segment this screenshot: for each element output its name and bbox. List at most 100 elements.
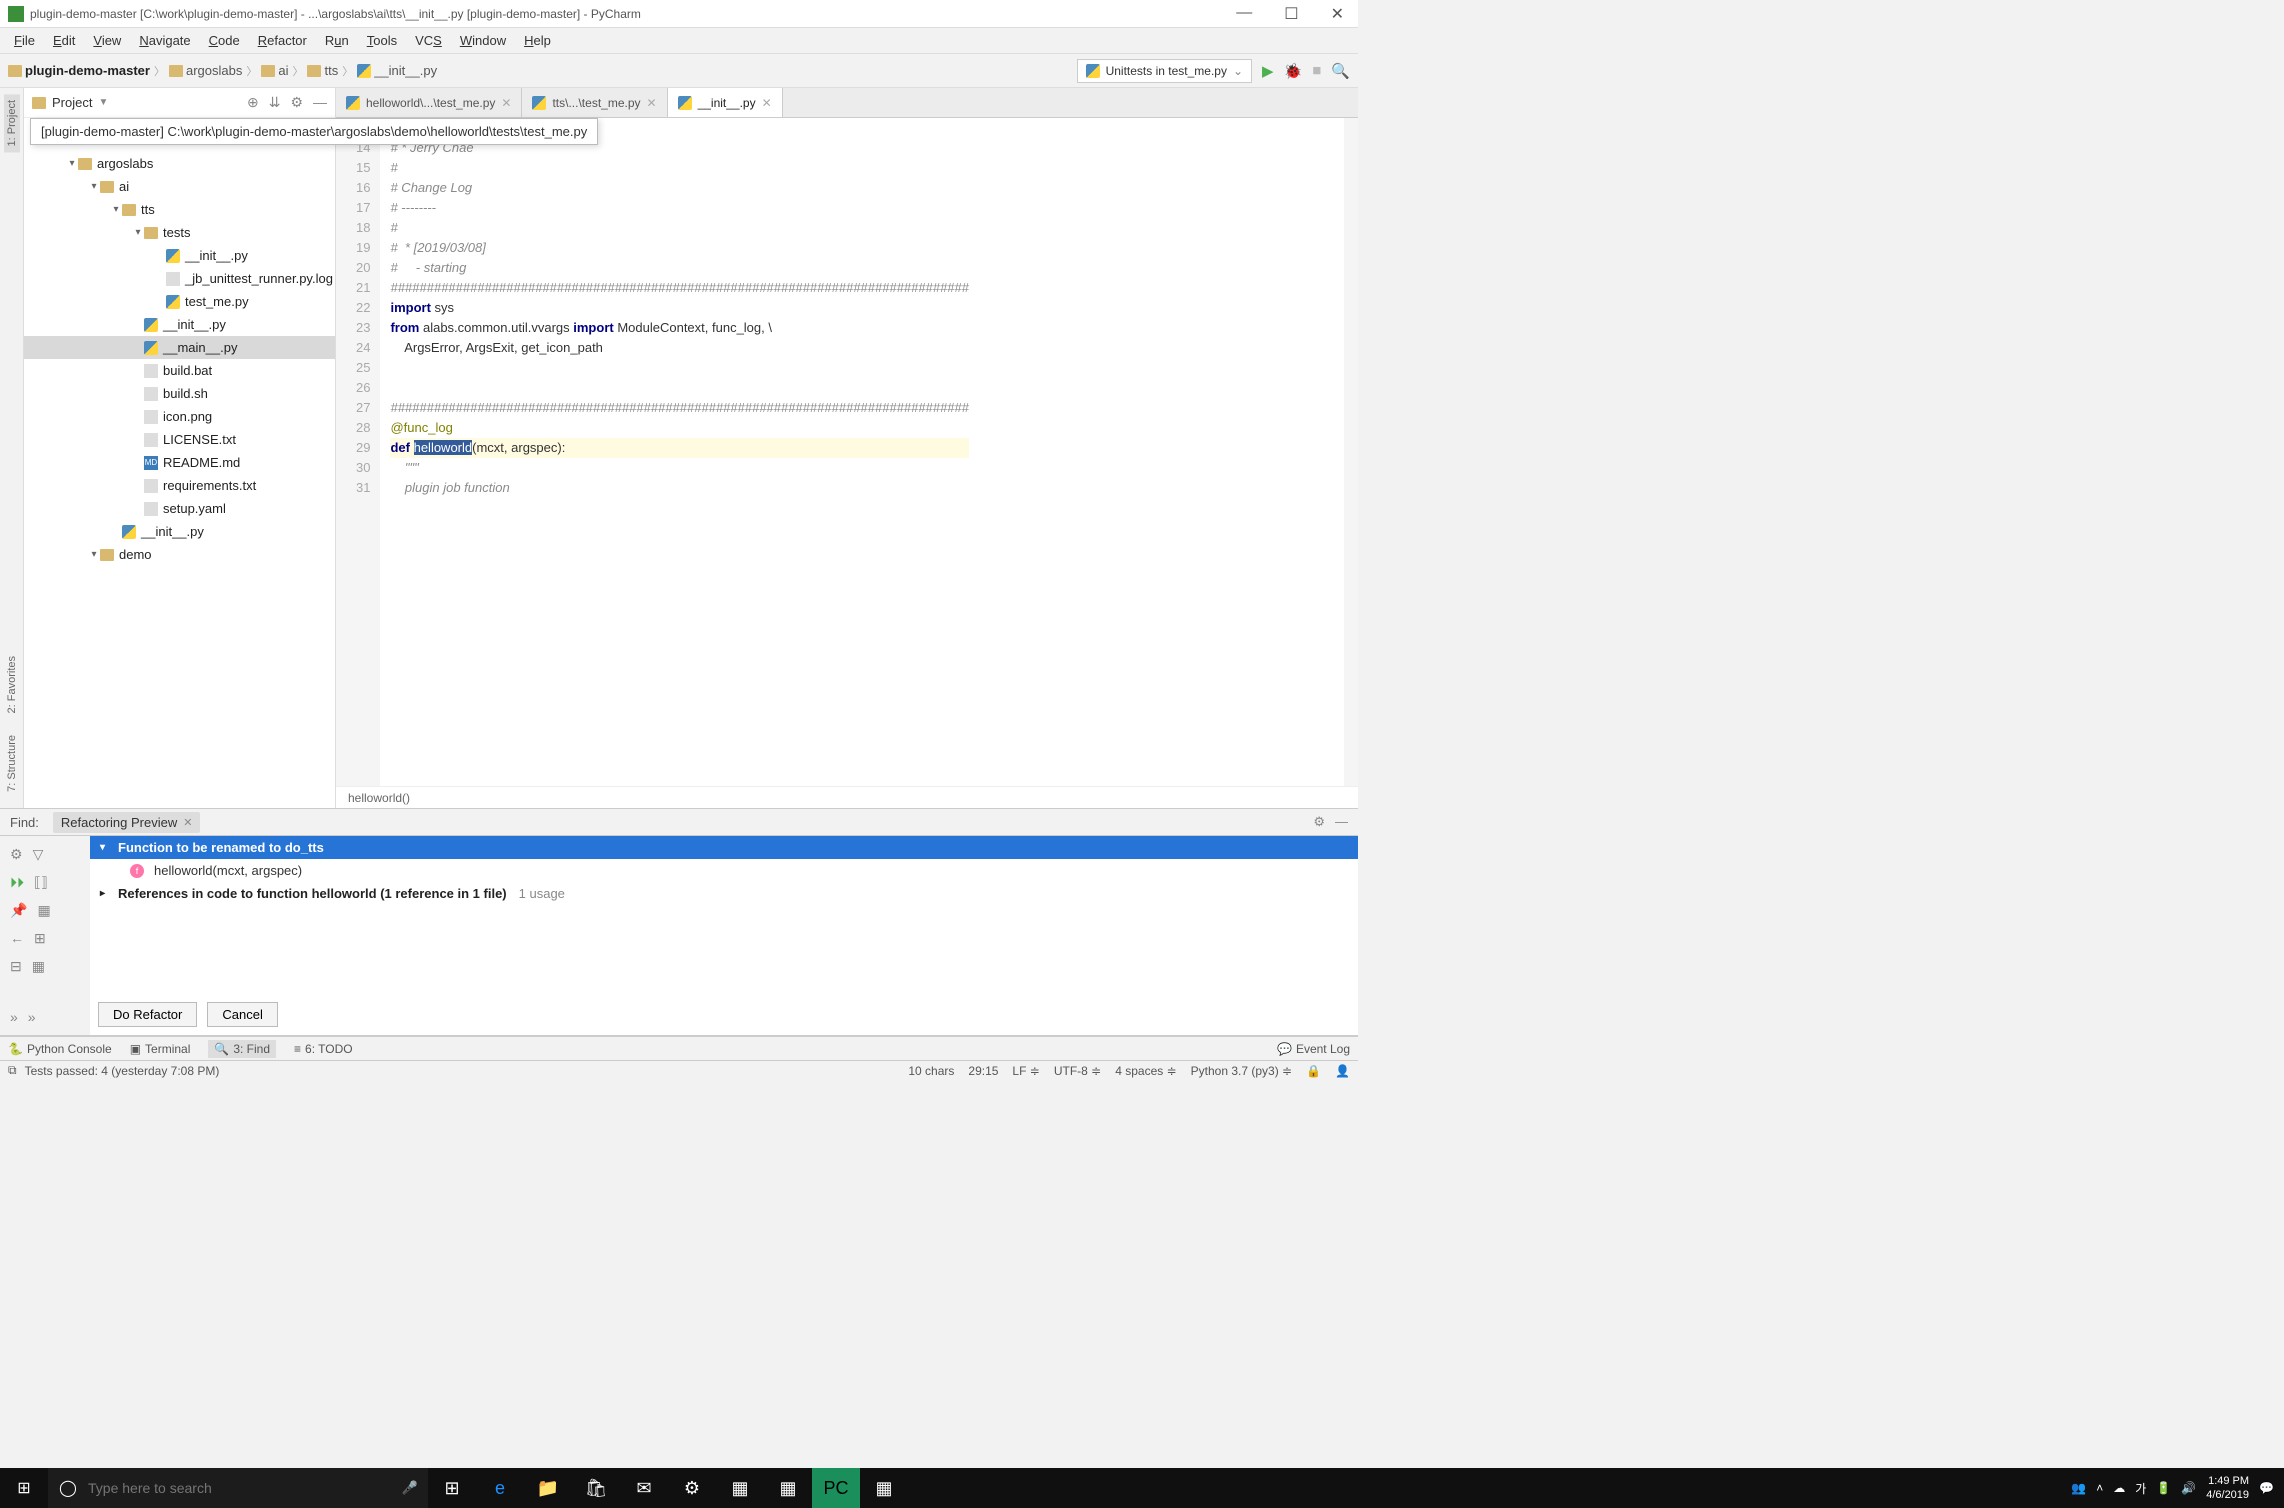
menu-view[interactable]: View <box>85 31 129 50</box>
status-encoding[interactable]: UTF-8 ≑ <box>1054 1064 1101 1078</box>
menu-edit[interactable]: Edit <box>45 31 83 50</box>
menu-window[interactable]: Window <box>452 31 514 50</box>
run-button[interactable]: ▶ <box>1262 62 1274 80</box>
menu-help[interactable]: Help <box>516 31 559 50</box>
refactor-header-row[interactable]: ▾ Function to be renamed to do_tts <box>90 836 1358 859</box>
sidebar-tab-favorites[interactable]: 2: Favorites <box>4 650 20 719</box>
editor-tab[interactable]: __init__.py✕ <box>668 88 783 117</box>
expand-icon[interactable]: ⊞ <box>34 930 46 947</box>
settings-icon[interactable]: ⚙ <box>10 846 23 863</box>
tree-item-tests[interactable]: ▾tests <box>24 221 335 244</box>
editor-breadcrumb[interactable]: helloworld() <box>336 786 1358 808</box>
tree-item-README.md[interactable]: MDREADME.md <box>24 451 335 474</box>
tree-item-tts[interactable]: ▾tts <box>24 198 335 221</box>
locate-icon[interactable]: ⊕ <box>247 94 259 111</box>
pycharm-taskbar-icon[interactable]: PC <box>812 1468 860 1508</box>
battery-icon[interactable]: 🔋 <box>2156 1481 2171 1495</box>
breadcrumb-argoslabs[interactable]: argoslabs <box>169 63 242 78</box>
tree-item-test_me.py[interactable]: test_me.py <box>24 290 335 313</box>
tree-item-ai[interactable]: ▾ai <box>24 175 335 198</box>
editor-tab[interactable]: helloworld\...\test_me.py✕ <box>336 88 522 117</box>
close-icon[interactable]: ✕ <box>647 96 657 110</box>
group-icon[interactable]: ▦ <box>37 902 50 919</box>
status-indent[interactable]: 4 spaces ≑ <box>1115 1064 1176 1078</box>
taskbar-search[interactable]: ◯ 🎤 <box>48 1468 428 1508</box>
sidebar-tab-project[interactable]: 1: Project <box>4 94 20 152</box>
code-content[interactable]: ## * Jerry Chae## Change Log# --------##… <box>380 118 968 786</box>
menu-file[interactable]: File <box>6 31 43 50</box>
autoscroll-icon[interactable]: ⟦⟧ <box>34 874 48 891</box>
people-icon[interactable]: 👥 <box>2071 1481 2086 1495</box>
close-icon[interactable]: ✕ <box>762 96 772 110</box>
start-button[interactable]: ⊞ <box>0 1468 48 1508</box>
tree-item-setup.yaml[interactable]: setup.yaml <box>24 497 335 520</box>
close-icon[interactable]: ✕ <box>183 816 192 829</box>
project-tree[interactable]: ▾argoslabs▾ai▾tts▾tests__init__.py_jb_un… <box>24 118 335 808</box>
tree-item-__init__.py[interactable]: __init__.py <box>24 313 335 336</box>
tree-item-requirements.txt[interactable]: requirements.txt <box>24 474 335 497</box>
tree-item-__init__.py[interactable]: __init__.py <box>24 244 335 267</box>
status-line-sep[interactable]: LF ≑ <box>1012 1064 1039 1078</box>
minimize-button[interactable]: — <box>1230 4 1258 24</box>
more2-icon[interactable]: » <box>28 1009 36 1025</box>
mail-icon[interactable]: ✉ <box>620 1468 668 1508</box>
menu-vcs[interactable]: VCS <box>407 31 450 50</box>
find-tab[interactable]: Refactoring Preview ✕ <box>53 812 201 833</box>
tree-item-_jb_unittest_runner.py.log[interactable]: _jb_unittest_runner.py.log <box>24 267 335 290</box>
tree-item-build.sh[interactable]: build.sh <box>24 382 335 405</box>
taskbar-clock[interactable]: 1:49 PM 4/6/2019 <box>2206 1474 2249 1502</box>
refactor-references-row[interactable]: ▸ References in code to function hellowo… <box>90 882 1358 905</box>
search-everywhere-icon[interactable]: 🔍 <box>1331 62 1350 80</box>
action-center-icon[interactable]: 💬 <box>2259 1481 2274 1495</box>
stop-button[interactable]: ■ <box>1312 62 1321 79</box>
cortana-icon[interactable]: ◯ <box>48 1478 88 1498</box>
taskbar-search-input[interactable] <box>88 1480 392 1496</box>
sidebar-tab-structure[interactable]: 7: Structure <box>4 729 20 798</box>
menu-refactor[interactable]: Refactor <box>250 31 315 50</box>
breadcrumb-plugin-demo-master[interactable]: plugin-demo-master <box>8 63 150 78</box>
volume-icon[interactable]: 🔊 <box>2181 1481 2196 1495</box>
explorer-icon[interactable]: 📁 <box>524 1468 572 1508</box>
maximize-button[interactable]: ☐ <box>1278 4 1304 24</box>
refactor-occurrence[interactable]: f helloworld(mcxt, argspec) <box>90 859 1358 882</box>
toggle-toolwindows-icon[interactable]: ⧉ <box>8 1063 17 1078</box>
edge-icon[interactable]: e <box>476 1468 524 1508</box>
breadcrumb-__init__.py[interactable]: __init__.py <box>357 63 437 78</box>
onedrive-icon[interactable]: ☁ <box>2113 1481 2125 1495</box>
gear-icon[interactable]: ⚙ <box>1313 814 1325 830</box>
tree-item-LICENSE.txt[interactable]: LICENSE.txt <box>24 428 335 451</box>
close-button[interactable]: ✕ <box>1325 4 1350 24</box>
breadcrumb-ai[interactable]: ai <box>261 63 288 78</box>
tree-item-__init__.py[interactable]: __init__.py <box>24 520 335 543</box>
rerun-icon[interactable]: ⏵⏵ <box>10 874 24 891</box>
prev-icon[interactable]: ← <box>10 930 24 946</box>
tray-chevron-icon[interactable]: ˄ <box>2096 1481 2103 1495</box>
app-icon-3[interactable]: ▦ <box>860 1468 908 1508</box>
find-tab[interactable]: 🔍3: Find <box>208 1040 276 1058</box>
filter-icon[interactable]: ▽ <box>33 846 44 863</box>
inspector-icon[interactable]: 👤 <box>1335 1064 1350 1078</box>
collapse2-icon[interactable]: ⊟ <box>10 958 22 975</box>
collapse-icon[interactable]: ⇊ <box>269 94 281 111</box>
project-view-dropdown[interactable]: ▼ <box>98 97 108 108</box>
tree-item-argoslabs[interactable]: ▾argoslabs <box>24 152 335 175</box>
menu-navigate[interactable]: Navigate <box>131 31 198 50</box>
tree-item-demo[interactable]: ▾demo <box>24 543 335 566</box>
settings-icon[interactable]: ⚙ <box>668 1468 716 1508</box>
terminal-tab[interactable]: ▣Terminal <box>130 1042 191 1056</box>
hide-icon[interactable]: — <box>313 94 327 111</box>
do-refactor-button[interactable]: Do Refactor <box>98 1002 197 1027</box>
app-icon-2[interactable]: ▦ <box>764 1468 812 1508</box>
cancel-button[interactable]: Cancel <box>207 1002 277 1027</box>
editor-tab[interactable]: tts\...\test_me.py✕ <box>522 88 667 117</box>
lock-icon[interactable]: 🔒 <box>1306 1064 1321 1078</box>
menu-tools[interactable]: Tools <box>359 31 405 50</box>
python-console-tab[interactable]: 🐍Python Console <box>8 1042 112 1056</box>
breadcrumb-tts[interactable]: tts <box>307 63 338 78</box>
status-caret-pos[interactable]: 29:15 <box>968 1064 998 1078</box>
event-log-tab[interactable]: 💬Event Log <box>1277 1042 1350 1056</box>
status-interpreter[interactable]: Python 3.7 (py3) ≑ <box>1191 1064 1292 1078</box>
select-icon[interactable]: ▦ <box>32 958 45 975</box>
menu-run[interactable]: Run <box>317 31 357 50</box>
more-icon[interactable]: » <box>10 1009 18 1025</box>
